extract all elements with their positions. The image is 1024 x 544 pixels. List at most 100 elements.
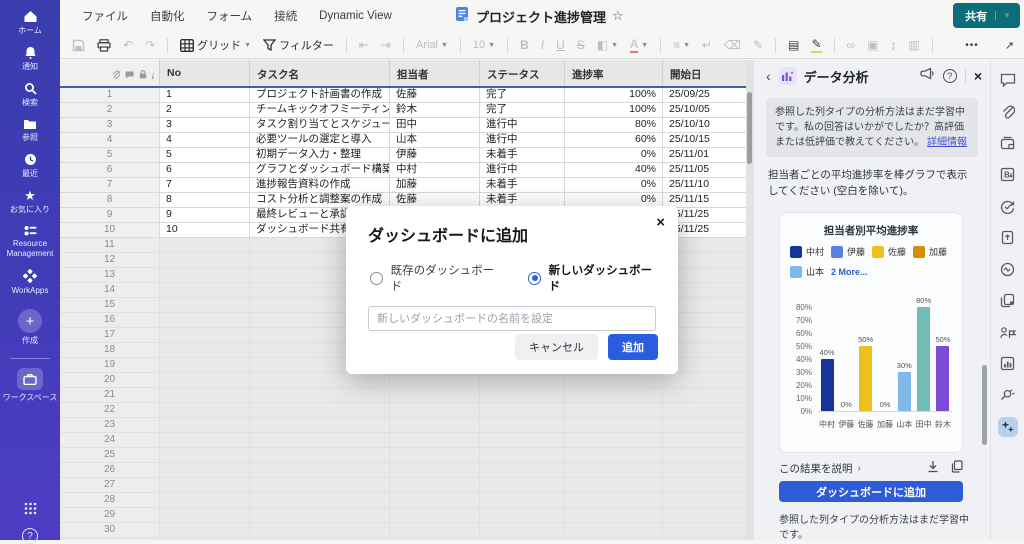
grid-cell-status[interactable] xyxy=(480,523,565,538)
sidebar-item-notifications[interactable]: 通知 xyxy=(0,46,60,72)
row-number[interactable]: 12 xyxy=(60,253,160,268)
close-icon[interactable]: × xyxy=(656,214,665,231)
underline-button[interactable]: U xyxy=(556,38,565,52)
row-number[interactable]: 28 xyxy=(60,493,160,508)
row-number[interactable]: 29 xyxy=(60,508,160,523)
grid-cell-progress[interactable]: 40% xyxy=(565,163,663,178)
menu-automation[interactable]: 自動化 xyxy=(150,8,185,24)
text-color-dropdown[interactable]: A▼ xyxy=(630,38,648,53)
grid-cell-status[interactable] xyxy=(480,493,565,508)
row-number[interactable]: 10 xyxy=(60,223,160,238)
copy-button[interactable]: ▥ xyxy=(908,38,919,52)
grid-cell-task[interactable]: 進捗報告資料の作成 xyxy=(250,178,390,193)
font-family-dropdown[interactable]: Arial▼ xyxy=(416,39,448,51)
grid-cell-no[interactable] xyxy=(160,388,250,403)
row-number[interactable]: 30 xyxy=(60,523,160,538)
row-number[interactable]: 24 xyxy=(60,433,160,448)
copy-sheet-icon[interactable] xyxy=(998,291,1018,311)
legend-more-link[interactable]: 2 More... xyxy=(831,265,868,278)
row-number[interactable]: 5 xyxy=(60,148,160,163)
copy-icon[interactable] xyxy=(951,460,963,476)
favorite-star-icon[interactable]: ☆ xyxy=(612,8,624,24)
grid-cell-task[interactable] xyxy=(250,403,390,418)
grid-cell-assignee[interactable]: 山本 xyxy=(390,133,480,148)
grid-cell-no[interactable] xyxy=(160,433,250,448)
grid-cell-progress[interactable]: 60% xyxy=(565,133,663,148)
menu-connections[interactable]: 接続 xyxy=(274,8,297,24)
grid-cell-assignee[interactable]: 中村 xyxy=(390,163,480,178)
grid-cell-progress[interactable] xyxy=(565,493,663,508)
grid-cell-no[interactable]: 2 xyxy=(160,103,250,118)
activity-log-icon[interactable] xyxy=(998,259,1018,279)
grid-cell-no[interactable] xyxy=(160,508,250,523)
grid-cell-no[interactable] xyxy=(160,313,250,328)
grid-cell-no[interactable] xyxy=(160,238,250,253)
grid-cell-status[interactable] xyxy=(480,388,565,403)
italic-button[interactable]: I xyxy=(541,38,544,52)
grid-cell-no[interactable] xyxy=(160,343,250,358)
row-number[interactable]: 15 xyxy=(60,298,160,313)
grid-cell-no[interactable]: 9 xyxy=(160,208,250,223)
row-number[interactable]: 18 xyxy=(60,343,160,358)
grid-cell-assignee[interactable] xyxy=(390,508,480,523)
grid-cell-no[interactable]: 8 xyxy=(160,193,250,208)
indent-button[interactable]: ⇥ xyxy=(381,38,391,52)
help-icon[interactable]: ? xyxy=(943,69,957,83)
update-requests-icon[interactable]: B xyxy=(998,165,1018,185)
row-number[interactable]: 3 xyxy=(60,118,160,133)
grid-cell-progress[interactable] xyxy=(565,478,663,493)
download-icon[interactable] xyxy=(927,460,939,476)
add-button[interactable]: 追加 xyxy=(608,334,658,360)
vertical-align-button[interactable]: ↨ xyxy=(890,38,896,52)
wrap-text-button[interactable]: ↵ xyxy=(702,38,712,52)
grid-cell-no[interactable] xyxy=(160,448,250,463)
grid-cell-status[interactable] xyxy=(480,463,565,478)
sidebar-item-recents[interactable]: 最近 xyxy=(0,153,60,179)
grid-cell-no[interactable] xyxy=(160,253,250,268)
column-header-status[interactable]: ステータス xyxy=(480,60,565,86)
back-chevron-icon[interactable]: ‹ xyxy=(766,68,771,84)
grid-cell-task[interactable] xyxy=(250,448,390,463)
ai-assistant-icon[interactable] xyxy=(998,417,1018,437)
grid-cell-start[interactable]: 25/09/25 xyxy=(663,88,746,103)
grid-cell-start[interactable]: 25/11/05 xyxy=(663,163,746,178)
print-button[interactable] xyxy=(97,39,111,52)
grid-cell-assignee[interactable] xyxy=(390,493,480,508)
row-number[interactable]: 7 xyxy=(60,178,160,193)
grid-cell-start[interactable] xyxy=(663,433,746,448)
row-number[interactable]: 16 xyxy=(60,313,160,328)
grid-cell-task[interactable] xyxy=(250,463,390,478)
grid-cell-status[interactable] xyxy=(480,418,565,433)
grid-cell-no[interactable]: 7 xyxy=(160,178,250,193)
row-number[interactable]: 8 xyxy=(60,193,160,208)
grid-cell-status[interactable]: 進行中 xyxy=(480,163,565,178)
column-header-assignee[interactable]: 担当者 xyxy=(390,60,480,86)
sidebar-item-search[interactable]: 検索 xyxy=(0,82,60,108)
grid-cell-task[interactable] xyxy=(250,508,390,523)
column-header-task[interactable]: タスク名 xyxy=(250,60,390,86)
column-header-start[interactable]: 開始日 xyxy=(663,60,746,86)
sidebar-item-workapps[interactable]: WorkApps xyxy=(0,269,60,296)
filter-button[interactable]: フィルター xyxy=(263,37,334,53)
grid-cell-start[interactable] xyxy=(663,508,746,523)
grid-cell-progress[interactable]: 0% xyxy=(565,148,663,163)
grid-cell-status[interactable]: 進行中 xyxy=(480,133,565,148)
grid-cell-task[interactable] xyxy=(250,418,390,433)
view-grid-dropdown[interactable]: グリッド▼ xyxy=(180,37,251,53)
help-icon[interactable]: ? xyxy=(22,528,38,544)
resource-view-icon[interactable] xyxy=(998,322,1018,342)
row-number[interactable]: 23 xyxy=(60,418,160,433)
grid-cell-assignee[interactable] xyxy=(390,448,480,463)
grid-cell-task[interactable]: 初期データ入力・整理 xyxy=(250,148,390,163)
grid-cell-progress[interactable]: 80% xyxy=(565,118,663,133)
redo-button[interactable]: ↷ xyxy=(145,38,155,52)
panel-scrollbar-thumb[interactable] xyxy=(982,365,987,445)
row-number[interactable]: 4 xyxy=(60,133,160,148)
grid-cell-assignee[interactable] xyxy=(390,403,480,418)
grid-cell-no[interactable] xyxy=(160,403,250,418)
grid-cell-start[interactable]: 25/11/10 xyxy=(663,178,746,193)
grid-cell-assignee[interactable]: 加藤 xyxy=(390,178,480,193)
undo-button[interactable]: ↶ xyxy=(123,38,133,52)
add-to-dashboard-button[interactable]: ダッシュボードに追加 xyxy=(779,481,963,502)
radio-new-label[interactable]: 新しいダッシュボード xyxy=(549,262,660,294)
